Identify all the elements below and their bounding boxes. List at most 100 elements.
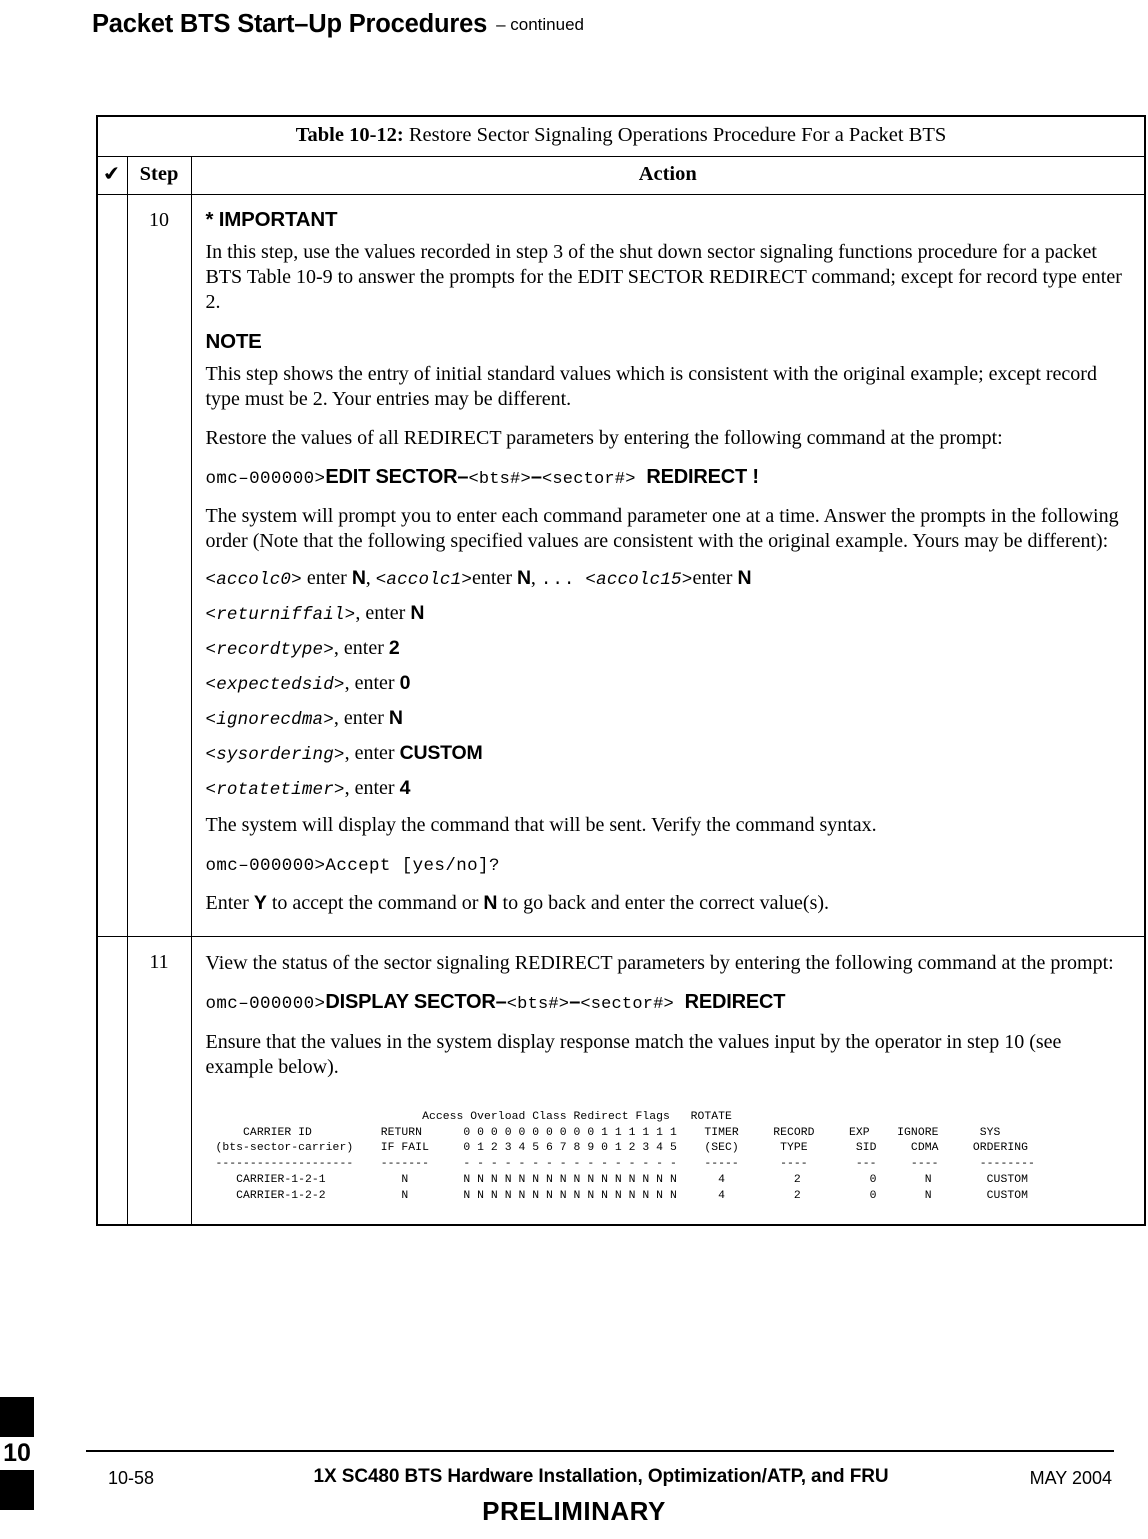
param-name-ignorecdma: <ignorecdma> bbox=[205, 709, 334, 730]
cli-verb: EDIT SECTOR bbox=[325, 465, 458, 488]
param-value-expectedsid: 0 bbox=[399, 671, 411, 694]
param-line-rotatetimer: <rotatetimer>, enter 4 bbox=[206, 776, 1133, 801]
note-text: This step shows the entry of initial sta… bbox=[205, 363, 1097, 411]
accept-mid-text: to accept the command or bbox=[266, 891, 484, 914]
param-name-sysordering: <sysordering> bbox=[205, 744, 345, 765]
step10-prompt-intro: The system will prompt you to enter each… bbox=[205, 505, 1119, 553]
param-value-ignorecdma: N bbox=[388, 706, 403, 729]
param-name-rotatetimer: <rotatetimer> bbox=[205, 779, 345, 800]
table-caption-text: Restore Sector Signaling Operations Proc… bbox=[403, 124, 947, 146]
cli-dash-2: – bbox=[569, 991, 581, 1014]
param-name-accolc0: <accolc0> bbox=[205, 569, 302, 590]
cli-object: REDIRECT ! bbox=[636, 466, 759, 488]
running-header: Packet BTS Start–Up Procedures – continue… bbox=[92, 10, 1092, 39]
footer: 10-58 1X SC480 BTS Hardware Installation… bbox=[86, 1466, 1116, 1492]
cli-prompt: omc–000000> bbox=[205, 468, 326, 489]
column-header-action: Action bbox=[190, 156, 1146, 195]
row-check-cell-11[interactable] bbox=[96, 935, 128, 1227]
page-title-continued: – continued bbox=[496, 15, 584, 34]
table-caption-row: Table 10-12: Restore Sector Signaling Op… bbox=[96, 115, 1146, 157]
cli-object-text: REDIRECT bbox=[684, 991, 786, 1014]
param-line-sysordering: <sysordering>, enter CUSTOM bbox=[206, 741, 1133, 766]
param-ellipsis: ... bbox=[540, 569, 576, 590]
procedure-table: Table 10-12: Restore Sector Signaling Op… bbox=[96, 115, 1146, 1227]
param-enter-ignorecdma: , enter bbox=[333, 706, 389, 729]
param-name-recordtype: <recordtype> bbox=[205, 639, 334, 660]
param-value-recordtype: 2 bbox=[388, 636, 400, 659]
cli-object: REDIRECT bbox=[674, 991, 786, 1014]
step11-ensure-text: Ensure that the values in the system dis… bbox=[205, 1030, 1062, 1078]
step11-command-line: omc–000000>DISPLAY SECTOR–<bts#>–<sector… bbox=[206, 990, 1133, 1015]
param-enter-2: enter bbox=[472, 566, 518, 589]
cli-arg-sector: <sector#> bbox=[542, 469, 636, 489]
param-line-accolc: <accolc0> enter N, <accolc1>enter N, ...… bbox=[206, 566, 1133, 591]
chapter-tab-number: 10 bbox=[3, 1439, 31, 1467]
step10-intro-text: Restore the values of all REDIRECT param… bbox=[205, 426, 1003, 449]
row-action-cell-11: View the status of the sector signaling … bbox=[190, 935, 1146, 1227]
step10-verify-text: The system will display the command that… bbox=[205, 813, 877, 836]
param-value-accolc15: N bbox=[737, 566, 752, 589]
row-step-number-11: 11 bbox=[126, 935, 192, 1227]
column-header-check: ✔ bbox=[96, 156, 128, 195]
param-enter-rotatetimer: , enter bbox=[344, 776, 400, 799]
accept-prompt: omc–000000>Accept [yes/no]? bbox=[205, 855, 500, 876]
accept-yes-key: Y bbox=[253, 891, 267, 914]
param-enter-1: enter bbox=[301, 566, 352, 589]
param-name-returniffail: <returniffail> bbox=[205, 604, 356, 625]
param-line-returniffail: <returniffail>, enter N bbox=[206, 601, 1133, 626]
cli-arg-bts: <bts#> bbox=[468, 469, 531, 489]
param-line-ignorecdma: <ignorecdma>, enter N bbox=[206, 706, 1133, 731]
footer-divider bbox=[86, 1450, 1114, 1452]
param-sep-1: , bbox=[365, 566, 376, 589]
table-header-row: ✔ Step Action bbox=[96, 156, 1146, 195]
row-action-cell-10: * IMPORTANT In this step, use the values… bbox=[190, 194, 1146, 937]
param-enter-returniffail: , enter bbox=[355, 601, 411, 624]
param-enter-expectedsid: , enter bbox=[344, 671, 400, 694]
row-step-number-10: 10 bbox=[126, 194, 192, 937]
param-value-accolc0: N bbox=[351, 566, 366, 589]
row-check-cell-10[interactable] bbox=[96, 194, 128, 937]
param-line-recordtype: <recordtype>, enter 2 bbox=[206, 636, 1133, 661]
column-header-step: Step bbox=[126, 156, 192, 195]
table-row: 10 * IMPORTANT In this step, use the val… bbox=[96, 194, 1146, 937]
important-text: In this step, use the values recorded in… bbox=[205, 240, 1122, 314]
accept-pre-text: Enter bbox=[205, 891, 254, 914]
checkmark-icon: ✔ bbox=[101, 162, 123, 187]
cli-prompt: omc–000000> bbox=[205, 994, 326, 1015]
param-name-accolc15: <accolc15> bbox=[585, 569, 693, 590]
accept-post-text: to go back and enter the correct value(s… bbox=[497, 891, 830, 914]
param-enter-recordtype: , enter bbox=[333, 636, 389, 659]
cli-verb: DISPLAY SECTOR bbox=[325, 991, 496, 1014]
table-caption: Table 10-12: Restore Sector Signaling Op… bbox=[96, 115, 1146, 157]
param-value-sysordering: CUSTOM bbox=[399, 741, 483, 764]
param-line-expectedsid: <expectedsid>, enter 0 bbox=[206, 671, 1133, 696]
param-value-rotatetimer: 4 bbox=[399, 776, 411, 799]
cli-arg-sector: <sector#> bbox=[580, 995, 674, 1015]
step11-intro-text: View the status of the sector signaling … bbox=[205, 951, 1114, 974]
footer-date: MAY 2004 bbox=[1029, 1468, 1112, 1488]
table-caption-label: Table 10-12: bbox=[295, 124, 404, 146]
system-display-response: Access Overload Class Redirect Flags ROT… bbox=[215, 1110, 1035, 1202]
table-row: 11 View the status of the sector signali… bbox=[96, 935, 1146, 1227]
step10-accept-prompt-line: omc–000000>Accept [yes/no]? bbox=[206, 852, 1133, 877]
param-sep-2: , bbox=[530, 566, 541, 589]
footer-status-preliminary: PRELIMINARY bbox=[482, 1496, 666, 1526]
param-value-accolc1: N bbox=[517, 566, 531, 589]
note-heading: NOTE bbox=[205, 330, 262, 354]
param-value-returniffail: N bbox=[410, 601, 425, 624]
cli-dash-2: – bbox=[530, 465, 542, 488]
cli-dash-1: – bbox=[457, 465, 469, 488]
footer-document-title: 1X SC480 BTS Hardware Installation, Opti… bbox=[313, 1466, 889, 1487]
accept-no-key: N bbox=[483, 891, 498, 914]
cli-object-text: REDIRECT ! bbox=[646, 465, 759, 488]
chapter-tab-block-upper bbox=[0, 1397, 34, 1437]
param-name-expectedsid: <expectedsid> bbox=[205, 674, 345, 695]
step10-accept-instruction: Enter Y to accept the command or N to go… bbox=[206, 891, 1133, 916]
param-enter-3: enter bbox=[692, 566, 738, 589]
step10-command-line: omc–000000>EDIT SECTOR–<bts#>–<sector#> … bbox=[206, 465, 1133, 490]
important-heading: * IMPORTANT bbox=[205, 208, 338, 231]
param-enter-sysordering: , enter bbox=[344, 741, 400, 764]
param-name-accolc1: <accolc1> bbox=[375, 569, 473, 590]
page-title: Packet BTS Start–Up Procedures bbox=[92, 10, 488, 38]
cli-arg-bts: <bts#> bbox=[506, 995, 570, 1015]
